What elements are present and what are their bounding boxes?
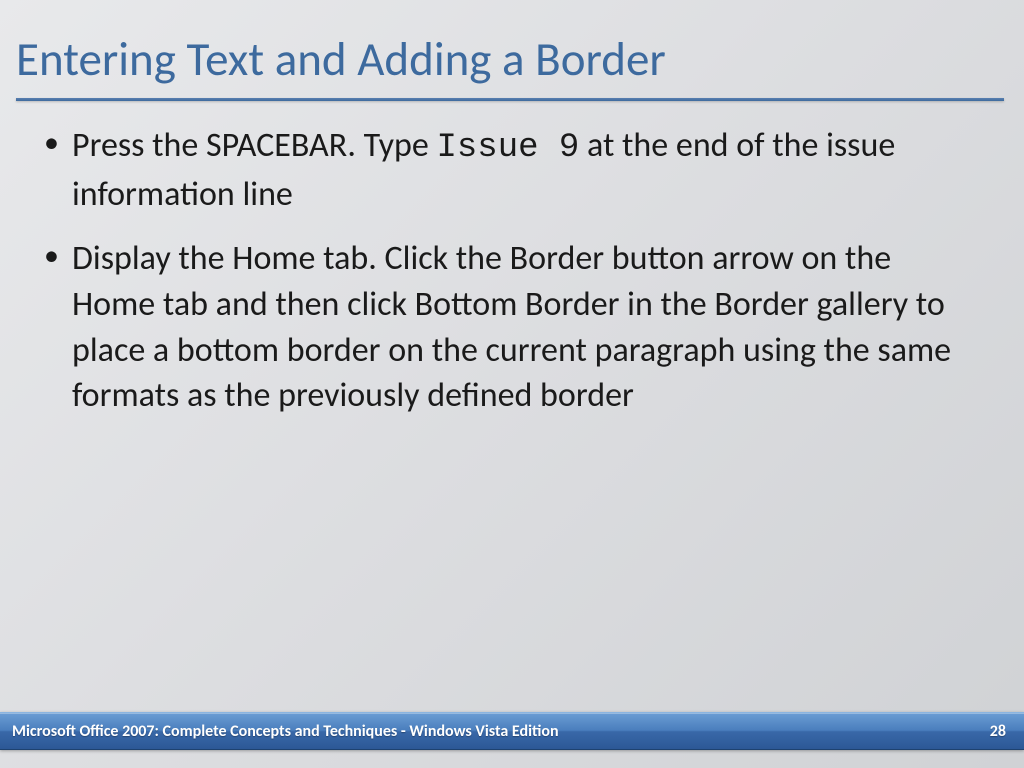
bullet-item: Display the Home tab. Click the Border b… — [42, 236, 974, 423]
footer-text: Microsoft Office 2007: Complete Concepts… — [12, 722, 559, 741]
bullet-text-prefix: Press the SPACEBAR. Type — [72, 125, 436, 166]
page-number: 28 — [990, 722, 1006, 741]
slide-title: Entering Text and Adding a Border — [16, 30, 1004, 88]
bullet-list: Press the SPACEBAR. Type Issue 9 at the … — [42, 123, 974, 422]
bullet-item: Press the SPACEBAR. Type Issue 9 at the … — [42, 123, 974, 218]
bullet-text-prefix: Display the Home tab. Click the Border b… — [72, 238, 951, 417]
bullet-text-mono: Issue 9 — [436, 129, 579, 167]
footer-bar: Microsoft Office 2007: Complete Concepts… — [0, 712, 1024, 750]
content-area: Press the SPACEBAR. Type Issue 9 at the … — [0, 101, 1024, 422]
slide-container: Entering Text and Adding a Border Press … — [0, 0, 1024, 768]
title-area: Entering Text and Adding a Border — [0, 0, 1024, 101]
